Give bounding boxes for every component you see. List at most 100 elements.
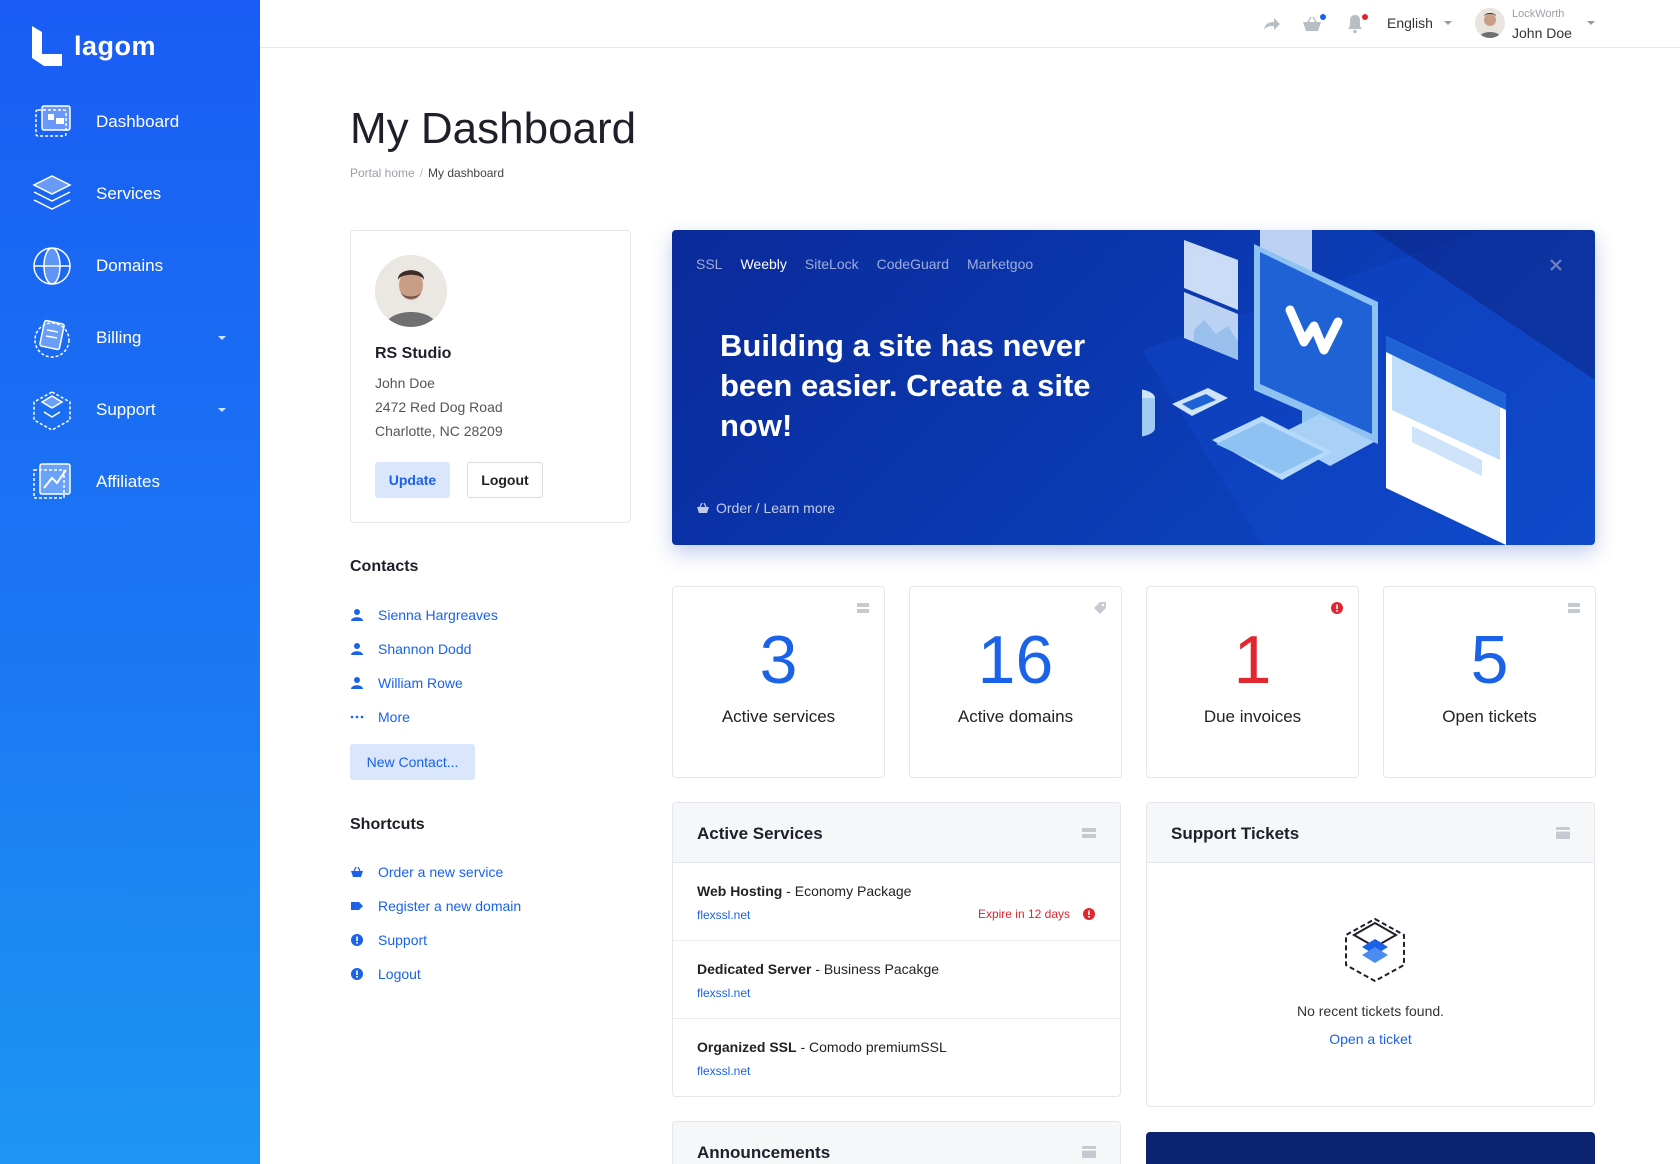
new-contact-button[interactable]: New Contact... [350,744,475,780]
service-domain[interactable]: flexssl.net [697,908,750,922]
service-domain[interactable]: flexssl.net [697,986,750,1000]
profile-company: RS Studio [375,345,452,362]
sidebar-item-affiliates[interactable]: Affiliates [0,454,260,510]
sidebar-item-label: Affiliates [96,472,160,491]
promo-block-secondary [1146,1132,1595,1164]
user-icon [351,609,363,621]
affiliates-icon [33,463,71,499]
stat-card-due-invoices[interactable]: 1 Due invoices [1146,586,1359,778]
language-selector[interactable]: English [1387,15,1433,31]
more-dots-icon [350,715,364,719]
support-tickets-panel: Support Tickets No recent tickets found.… [1146,802,1595,1107]
sidebar-item-domains[interactable]: Domains [0,238,260,294]
promo-order-link[interactable]: Order / Learn more [696,500,835,516]
server-icon [1082,828,1096,838]
avatar [375,255,447,327]
promo-tab-ssl[interactable]: SSL [696,256,722,272]
share-icon[interactable] [1260,12,1284,36]
shortcut-label: Support [378,932,428,948]
contact-name: Sienna Hargreaves [378,607,498,623]
user-name[interactable]: John Doe [1512,25,1572,41]
open-ticket-link[interactable]: Open a ticket [1147,1031,1594,1047]
expiry-text: Expire in 12 days [977,907,1070,921]
logo[interactable]: lagom [30,24,156,68]
user-company[interactable]: LockWorth [1512,8,1564,20]
basket-icon [351,866,363,877]
alert-circle-icon [351,934,363,946]
profile-address-line2: Charlotte, NC 28209 [375,423,503,439]
promo-link-label: Order / Learn more [716,500,836,516]
support-icon [33,391,71,431]
promo-tab-sitelock[interactable]: SiteLock [805,256,859,272]
tag-icon [1094,602,1106,614]
panel-title: Announcements [697,1143,831,1162]
promo-headline: Building a site has never been easier. C… [720,328,1091,443]
contact-item[interactable]: William Rowe [350,673,463,693]
contacts-more-link[interactable]: More [350,707,410,727]
avatar[interactable] [1475,8,1505,38]
service-domain[interactable]: flexssl.net [697,1064,750,1078]
tag-icon [351,902,363,910]
breadcrumb-current: My dashboard [428,166,505,180]
stat-card-active-domains[interactable]: 16 Active domains [909,586,1122,778]
stat-value: 16 [977,622,1054,698]
sidebar-item-label: Services [96,184,162,203]
service-row[interactable]: Organized SSL - Comodo premiumSSL flexss… [673,1019,1120,1096]
breadcrumb: Portal home / My dashboard [350,166,504,180]
logout-button[interactable]: Logout [467,462,543,498]
topbar: English LockWorth John Doe [260,0,1680,48]
sidebar-item-dashboard[interactable]: Dashboard [0,94,260,150]
domains-icon [33,247,71,285]
sidebar-item-label: Billing [96,328,142,347]
billing-icon [34,319,70,358]
service-product: Organized SSL [697,1039,797,1055]
page-title: My Dashboard [350,104,637,153]
shortcut-label: Order a new service [378,864,504,880]
service-row[interactable]: Web Hosting - Economy Package flexssl.ne… [673,863,1120,941]
stat-value: 5 [1470,622,1509,698]
shortcut-order-service[interactable]: Order a new service [350,862,503,882]
chevron-down-icon [1587,21,1595,25]
service-package: - Economy Package [782,883,912,899]
contact-item[interactable]: Sienna Hargreaves [350,605,498,625]
service-expiry-warning: Expire in 12 days [978,907,1096,921]
basket-icon [697,502,709,513]
shortcut-label: Logout [378,966,421,982]
sidebar-item-support[interactable]: Support [0,382,260,438]
stat-label: Active domains [957,707,1074,726]
stat-card-active-services[interactable]: 3 Active services [672,586,885,778]
panel-title: Active Services [697,824,823,843]
alert-circle-icon [351,968,363,980]
dashboard-icon [35,105,71,137]
shortcut-label: Register a new domain [378,898,522,914]
sidebar-item-services[interactable]: Services [0,166,260,222]
promo-tab-codeguard[interactable]: CodeGuard [877,256,949,272]
panel-header: Announcements [673,1122,1120,1164]
chevron-down-icon [218,408,226,412]
stat-value: 1 [1233,622,1272,698]
alert-circle-icon [1331,602,1343,614]
announcements-panel: Announcements [672,1121,1121,1164]
shortcut-support[interactable]: Support [350,930,427,950]
alert-circle-icon [1083,908,1095,920]
contact-item[interactable]: Shannon Dodd [350,639,471,659]
service-row[interactable]: Dedicated Server - Business Pacakge flex… [673,941,1120,1019]
promo-tab-weebly[interactable]: Weebly [740,256,786,272]
contacts-title: Contacts [350,558,419,575]
breadcrumb-home-link[interactable]: Portal home [350,166,415,180]
stat-card-open-tickets[interactable]: 5 Open tickets [1383,586,1596,778]
promo-banner: SSL Weebly SiteLock CodeGuard Marketgoo … [672,230,1595,545]
panel-header: Support Tickets [1147,803,1594,863]
sidebar-item-billing[interactable]: Billing [0,310,260,366]
stat-label: Active services [721,707,836,726]
promo-tab-marketgoo[interactable]: Marketgoo [967,256,1033,272]
chevron-down-icon [218,336,226,340]
shortcut-logout[interactable]: Logout [350,964,421,984]
shortcut-register-domain[interactable]: Register a new domain [350,896,521,916]
services-icon [32,175,72,210]
ticket-icon [1556,827,1570,839]
user-icon [351,643,363,655]
brand-name: lagom [74,30,157,61]
stat-label: Open tickets [1442,707,1537,726]
update-button[interactable]: Update [375,462,450,498]
